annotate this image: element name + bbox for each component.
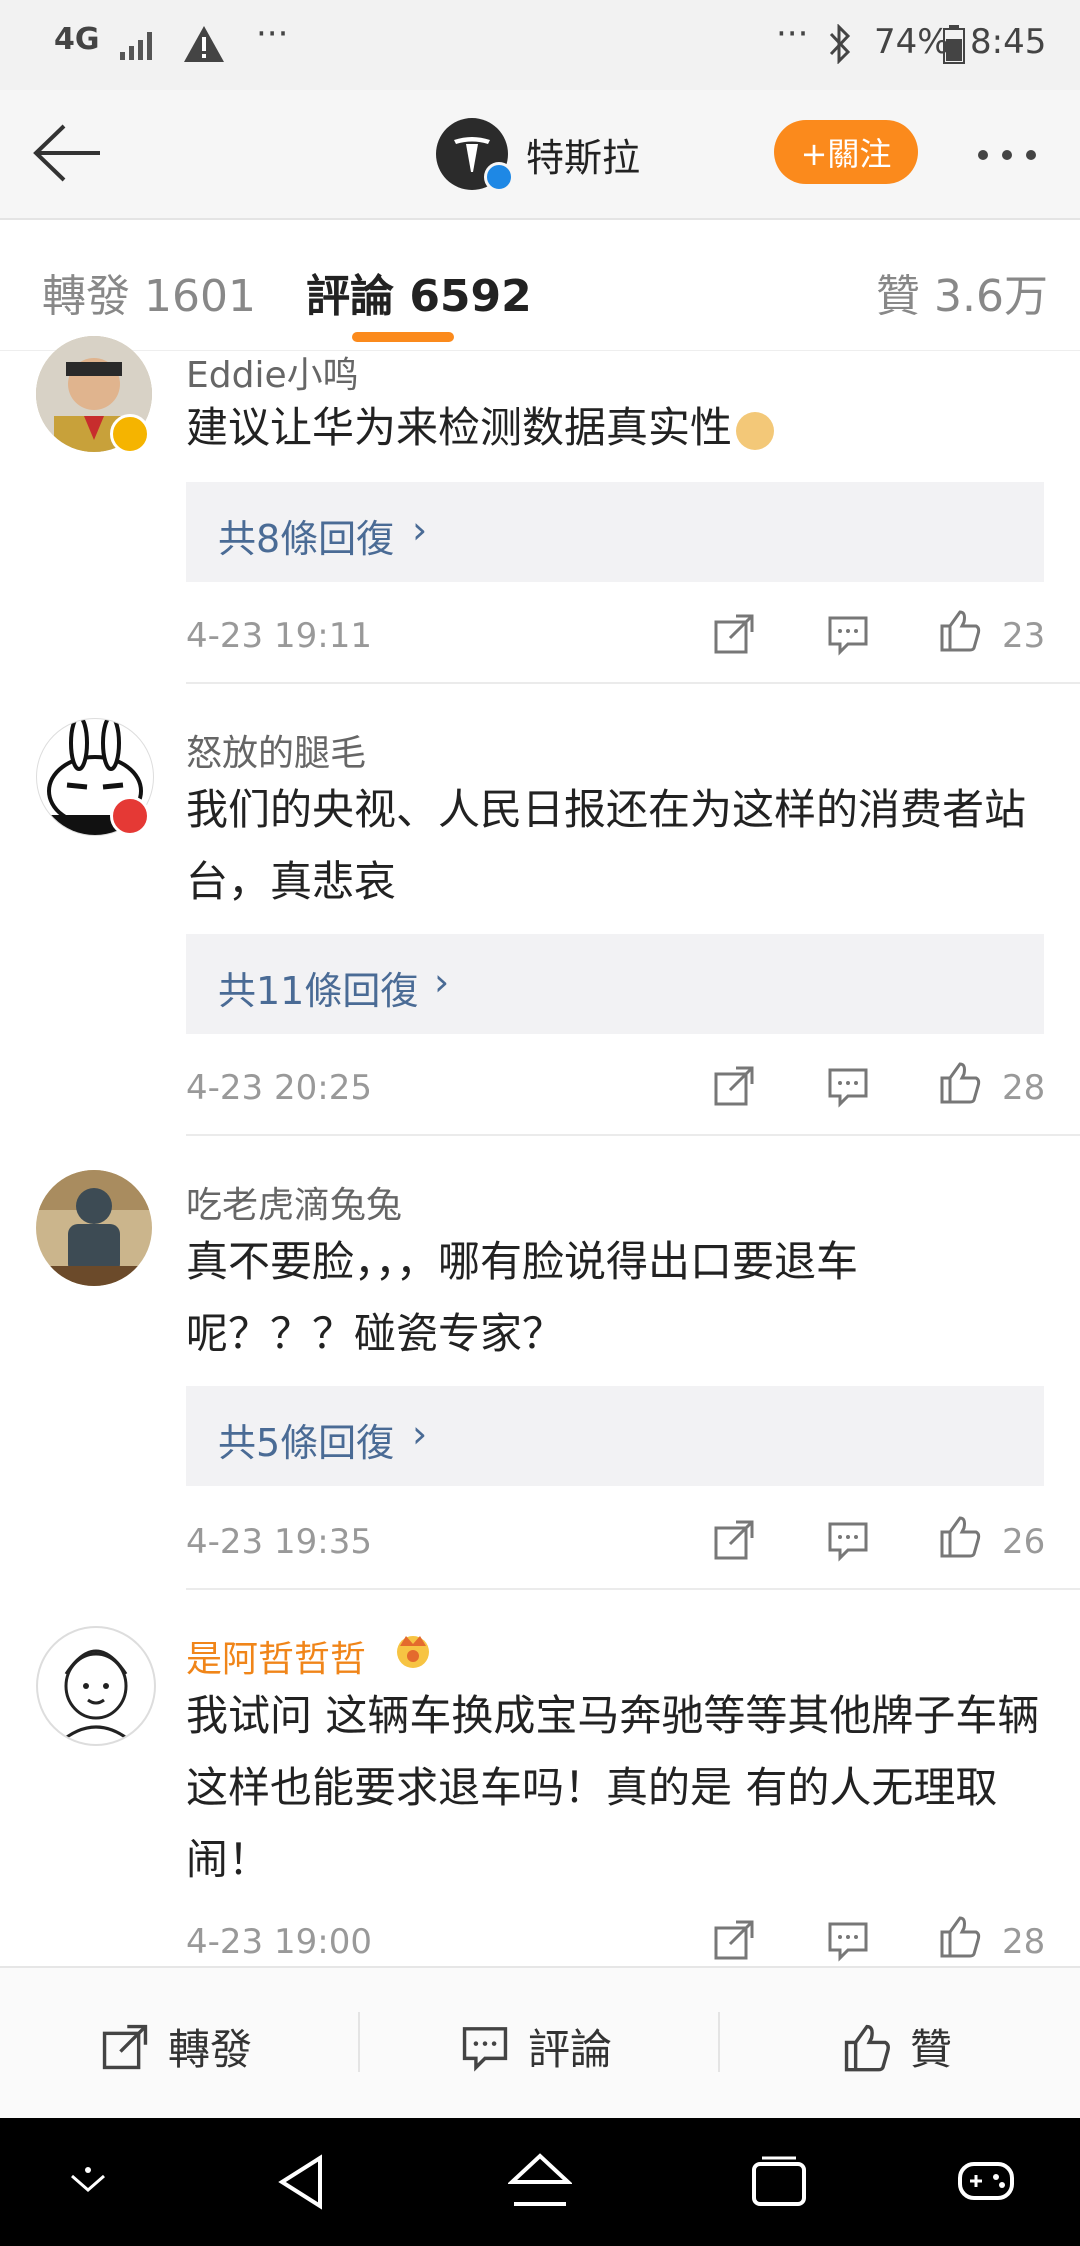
divider <box>186 682 1080 684</box>
system-nav-bar <box>0 2118 1080 2246</box>
warning-icon <box>184 26 224 62</box>
avatar[interactable] <box>36 1626 156 1746</box>
chevron-right-icon: › <box>434 960 450 1004</box>
repost-button[interactable]: 轉發 <box>100 2016 252 2077</box>
divider <box>358 2012 360 2072</box>
tab-bar: 轉發 1601 評論 6592 贊 3.6万 <box>0 220 1080 351</box>
account-name: 特斯拉 <box>526 135 641 180</box>
tab-comments[interactable]: 評論 6592 <box>306 260 532 324</box>
comment-username[interactable]: 是阿哲哲哲 <box>186 1630 366 1682</box>
comment-icon[interactable] <box>826 612 870 656</box>
tab-likes[interactable]: 贊 3.6万 <box>876 260 1048 324</box>
more-notifications-icon: ··· <box>256 14 289 54</box>
verified-badge-icon <box>110 796 150 836</box>
comment-icon[interactable] <box>826 1064 870 1108</box>
comment-icon[interactable] <box>826 1918 870 1962</box>
like-icon[interactable] <box>938 608 982 652</box>
user-photo <box>57 1649 135 1744</box>
top-nav: 特斯拉 +關注 <box>0 90 1080 220</box>
active-tab-indicator <box>352 332 454 342</box>
comment-timestamp: 4-23 19:35 <box>186 1522 372 1562</box>
comment-username[interactable]: 吃老虎滴兔兔 <box>186 1176 402 1228</box>
comment-text: 我试问 这辆车换成宝马奔驰等等其他牌子车辆 这样也能要求退车吗！真的是 有的人无… <box>186 1691 1040 1884</box>
comment-text: 建议让华为来检测数据真实性 <box>186 392 1046 464</box>
comment-timestamp: 4-23 19:00 <box>186 1922 372 1962</box>
chevron-right-icon: › <box>412 508 428 552</box>
tesla-logo <box>436 118 514 192</box>
back-arrow-icon[interactable] <box>28 118 104 188</box>
comment-text: 我们的央视、人民日报还在为这样的消费者站台，真悲哀 <box>186 785 1027 906</box>
share-icon <box>102 2024 148 2069</box>
comment-timestamp: 4-23 19:11 <box>186 616 372 656</box>
verified-badge-icon <box>110 414 150 454</box>
view-replies-button[interactable]: 共5條回復 › <box>186 1386 1044 1486</box>
view-replies-button[interactable]: 共8條回復 › <box>186 482 1044 582</box>
network-indicator: 4G <box>54 22 100 57</box>
comment-button[interactable]: 評論 <box>460 2016 612 2077</box>
user-photo <box>36 1170 152 1286</box>
comment-username[interactable]: Eddie小鸣 <box>186 346 359 398</box>
chevron-down-icon[interactable] <box>66 2164 110 2200</box>
bluetooth-icon <box>829 24 851 64</box>
share-icon[interactable] <box>712 612 756 656</box>
comment-icon <box>462 2026 508 2072</box>
battery-icon <box>943 25 965 64</box>
like-count: 28 <box>1002 1068 1046 1108</box>
like-count: 23 <box>1002 616 1046 656</box>
game-controller-icon[interactable] <box>956 2156 1016 2206</box>
more-options-icon[interactable] <box>978 150 1036 160</box>
status-bar: 4G ··· ··· 74% 8:45 <box>0 0 1080 90</box>
notification-dots-icon: ··· <box>776 14 809 54</box>
divider <box>186 1588 1080 1590</box>
divider <box>718 2012 720 2072</box>
like-icon[interactable] <box>938 1914 982 1958</box>
avatar[interactable] <box>36 1170 152 1286</box>
back-nav-icon[interactable] <box>276 2152 326 2212</box>
comment-timestamp: 4-23 20:25 <box>186 1068 372 1108</box>
like-button[interactable]: 贊 <box>842 2016 952 2077</box>
recent-apps-icon[interactable] <box>750 2154 808 2210</box>
verified-badge-icon <box>484 162 514 192</box>
comment-text: 真不要脸，，，哪有脸说得出口要退车呢？？？碰瓷专家？ <box>186 1237 859 1358</box>
like-icon[interactable] <box>938 1060 982 1104</box>
like-icon[interactable] <box>938 1514 982 1558</box>
home-icon[interactable] <box>508 2152 572 2212</box>
chevron-right-icon: › <box>412 1412 428 1456</box>
share-icon[interactable] <box>712 1518 756 1562</box>
signal-icon <box>120 32 152 60</box>
tab-reposts[interactable]: 轉發 1601 <box>42 260 256 324</box>
like-icon <box>844 2024 890 2071</box>
crown-badge-icon <box>397 1636 429 1668</box>
view-replies-button[interactable]: 共11條回復 › <box>186 934 1044 1034</box>
bottom-action-bar: 轉發 評論 贊 <box>0 1966 1080 2118</box>
account-header[interactable]: 特斯拉 <box>436 116 640 192</box>
like-count: 26 <box>1002 1522 1046 1562</box>
battery-percent: 74% <box>874 22 950 62</box>
share-icon[interactable] <box>712 1064 756 1108</box>
comment-icon[interactable] <box>826 1518 870 1562</box>
clock: 8:45 <box>970 22 1047 62</box>
comment-username[interactable]: 怒放的腿毛 <box>186 724 366 776</box>
doge-emoji-icon <box>736 411 775 450</box>
like-count: 28 <box>1002 1922 1046 1962</box>
follow-button[interactable]: +關注 <box>774 120 918 184</box>
divider <box>186 1134 1080 1136</box>
share-icon[interactable] <box>712 1918 756 1962</box>
